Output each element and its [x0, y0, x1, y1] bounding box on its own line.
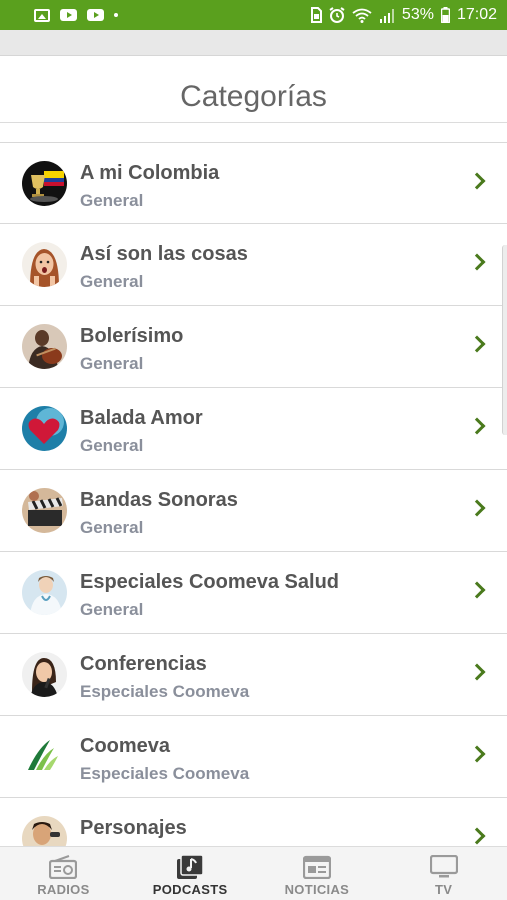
chevron-right-icon [468, 417, 486, 435]
category-item[interactable]: Especiales Coomeva Salud General [0, 552, 507, 634]
image-icon [34, 8, 50, 22]
category-texts: Especiales Coomeva Salud General [80, 569, 339, 623]
youtube-icon [60, 9, 77, 21]
colombia-cup-avatar [22, 161, 67, 206]
chevron-right-icon [468, 172, 486, 190]
page-title: Categorías [180, 80, 327, 113]
category-title: Personajes [80, 817, 187, 839]
status-bar: 53% 17:02 [0, 0, 507, 30]
category-title: Conferencias [80, 653, 207, 675]
scroll-indicator[interactable] [502, 245, 507, 435]
category-texts: A mi Colombia General [80, 160, 219, 214]
alarm-icon [329, 7, 345, 23]
category-subtitle: Especiales Coomeva [80, 764, 250, 783]
tab-radios[interactable]: RADIOS [0, 847, 127, 900]
top-band [0, 30, 507, 56]
category-texts: Personajes [80, 815, 187, 843]
chevron-right-icon [468, 335, 486, 353]
coomeva-logo-avatar [22, 734, 67, 779]
category-title: Balada Amor [80, 407, 203, 429]
category-texts: Balada Amor General [80, 405, 203, 459]
category-title: A mi Colombia [80, 162, 220, 184]
signal-icon [379, 8, 394, 23]
category-texts: Bolerísimo General [80, 323, 183, 377]
doctor-avatar [22, 570, 67, 615]
clapperboard-avatar [22, 488, 67, 533]
category-subtitle: General [80, 518, 144, 537]
heart-avatar [22, 406, 67, 451]
title-divider [0, 122, 507, 123]
status-bar-system: 53% 17:02 [310, 6, 497, 24]
tab-podcasts[interactable]: PODCASTS [127, 847, 254, 900]
tab-label: TV [435, 882, 453, 897]
chevron-right-icon [468, 253, 486, 271]
tab-label: NOTICIAS [284, 882, 350, 897]
status-bar-notifications [34, 8, 118, 22]
category-subtitle: General [80, 354, 144, 373]
tab-noticias[interactable]: NOTICIAS [254, 847, 381, 900]
category-item[interactable]: Bandas Sonoras General [0, 470, 507, 552]
chevron-right-icon [468, 827, 486, 845]
category-item[interactable]: Conferencias Especiales Coomeva [0, 634, 507, 716]
podcast-icon [177, 855, 204, 879]
dot-icon [114, 13, 118, 17]
category-title: Coomeva [80, 735, 171, 757]
category-texts: Así son las cosas General [80, 241, 248, 295]
chevron-right-icon [468, 581, 486, 599]
speaker-woman-avatar [22, 652, 67, 697]
guitarist-avatar [22, 324, 67, 369]
category-item[interactable]: Balada Amor General [0, 388, 507, 470]
category-subtitle: General [80, 272, 144, 291]
tab-label: RADIOS [37, 882, 90, 897]
category-texts: Coomeva Especiales Coomeva [80, 733, 249, 787]
category-texts: Bandas Sonoras General [80, 487, 238, 541]
battery-percent: 53% [401, 6, 434, 23]
radio-icon [49, 855, 78, 879]
category-item[interactable]: Bolerísimo General [0, 306, 507, 388]
category-list: A mi Colombia General Así son las cosas … [0, 142, 507, 880]
sim-icon [310, 7, 322, 23]
category-title: Bandas Sonoras [80, 489, 238, 511]
category-title: Bolerísimo [80, 325, 184, 347]
category-item[interactable]: Así son las cosas General [0, 224, 507, 306]
category-subtitle: Especiales Coomeva [80, 682, 250, 701]
category-subtitle: General [80, 436, 144, 455]
category-title: Especiales Coomeva Salud [80, 571, 340, 593]
category-texts: Conferencias Especiales Coomeva [80, 651, 249, 705]
bottom-tab-bar: RADIOS PODCASTS NOTICIAS TV [0, 846, 507, 900]
chevron-right-icon [468, 663, 486, 681]
category-subtitle: General [80, 600, 144, 619]
category-title: Así son las cosas [80, 243, 248, 265]
chevron-right-icon [468, 499, 486, 517]
category-item[interactable]: Coomeva Especiales Coomeva [0, 716, 507, 798]
chevron-right-icon [468, 745, 486, 763]
wifi-icon [352, 8, 372, 23]
category-item[interactable]: A mi Colombia General [0, 142, 507, 224]
youtube-icon [87, 9, 104, 21]
battery-icon [440, 7, 450, 23]
category-subtitle: General [80, 191, 144, 210]
tab-tv[interactable]: TV [380, 847, 507, 900]
tv-icon [429, 855, 458, 878]
news-icon [302, 855, 331, 879]
clock: 17:02 [456, 6, 497, 23]
surprised-woman-avatar [22, 242, 67, 287]
tab-label: PODCASTS [152, 882, 228, 897]
